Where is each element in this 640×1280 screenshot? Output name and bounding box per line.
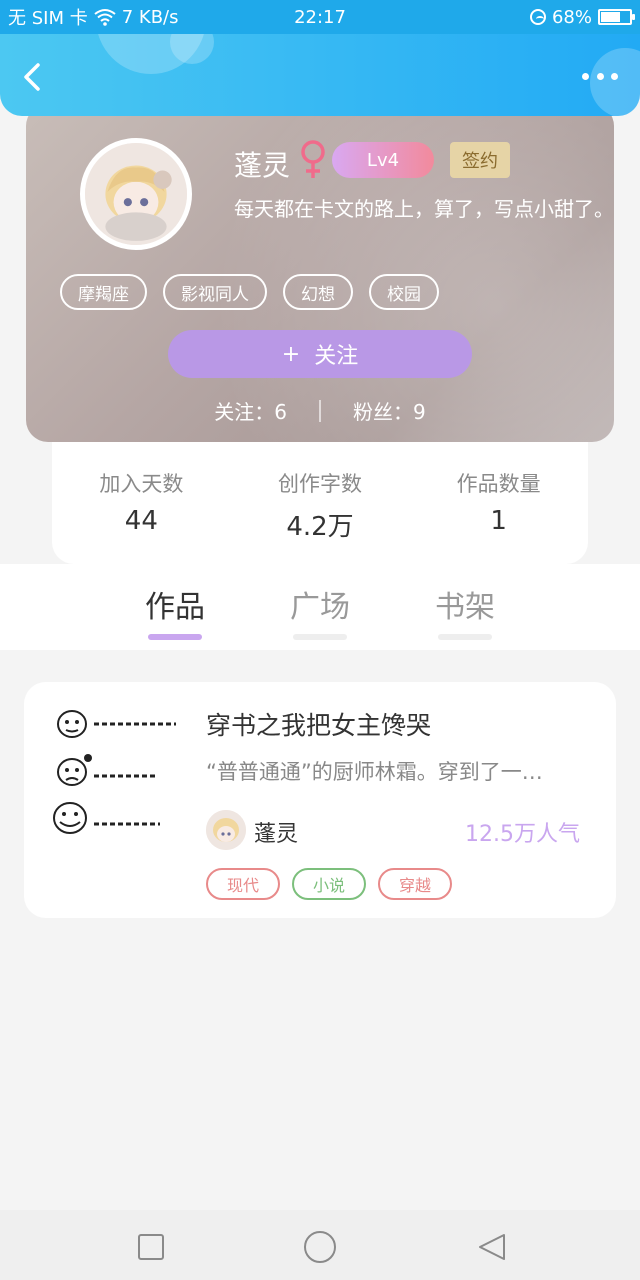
tab-bookshelf[interactable]: 书架 (420, 582, 510, 640)
signed-badge: 签约 (450, 142, 510, 178)
anime-avatar-icon (206, 810, 246, 850)
author-avatar (206, 810, 246, 850)
back-button[interactable] (18, 62, 48, 92)
square-icon (138, 1234, 164, 1260)
battery-icon (598, 9, 635, 25)
tag-pill[interactable]: 影视同人 (163, 274, 267, 310)
level-badge: Lv4 (332, 142, 434, 178)
chevron-left-icon (24, 63, 40, 91)
status-time: 22:17 (294, 6, 346, 28)
stat-label: 创作字数 (278, 472, 362, 496)
battery-percent: 68% (551, 6, 592, 28)
system-nav-bar (0, 1210, 640, 1280)
stats-card: 加入天数 44 创作字数 4.2万 作品数量 1 (52, 432, 588, 564)
status-right: 68% (529, 6, 635, 28)
follow-button[interactable]: + 关注 (168, 330, 472, 378)
carrier-text: 无 SIM 卡 (8, 8, 88, 29)
genre-tag[interactable]: 现代 (206, 868, 280, 900)
tab-indicator (148, 634, 202, 640)
tab-label: 广场 (290, 590, 350, 625)
stat-join-days: 加入天数 44 (52, 468, 231, 564)
plus-icon: + (281, 341, 301, 367)
circle-icon (304, 1231, 336, 1263)
more-dots-icon (582, 72, 589, 80)
stat-value: 44 (124, 506, 158, 536)
stat-value: 4.2万 (286, 512, 354, 542)
work-title: 穿书之我把女主馋哭 (206, 711, 432, 740)
stat-word-count: 创作字数 4.2万 (231, 468, 410, 564)
genre-tags: 现代 小说 穿越 (206, 868, 452, 900)
book-cover-image (48, 702, 198, 842)
tab-label: 书架 (435, 590, 495, 625)
home-button[interactable] (303, 1230, 337, 1264)
popularity: 12.5万人气 (465, 822, 580, 847)
more-dots-icon (611, 72, 618, 80)
work-description: “普普通通”的厨师林霜。穿到了一… (206, 760, 543, 784)
tab-bar: 作品 广场 书架 (0, 564, 640, 650)
tab-indicator (293, 634, 347, 640)
username: 蓬灵 (234, 149, 291, 182)
bio-text: 每天都在卡文的路上，算了，写点小甜了。 (234, 197, 614, 221)
more-button[interactable] (582, 64, 618, 88)
stat-value: 1 (490, 506, 507, 536)
anime-avatar-icon (85, 143, 187, 245)
battery-fill (601, 12, 621, 22)
stat-works-count: 作品数量 1 (409, 468, 588, 564)
status-bar: 无 SIM 卡 7 KB/s 22:17 68% (0, 0, 640, 34)
fans-count[interactable]: 粉丝：9 (321, 396, 458, 425)
tab-label: 作品 (145, 590, 205, 625)
genre-tag[interactable]: 穿越 (378, 868, 452, 900)
tab-works[interactable]: 作品 (130, 582, 220, 640)
system-back-button[interactable] (476, 1232, 506, 1262)
author-name: 蓬灵 (254, 822, 299, 847)
tab-square[interactable]: 广场 (275, 582, 365, 640)
profile-card: 蓬灵 Lv4 签约 每天都在卡文的路上，算了，写点小甜了。 摩羯座 影视同人 幻… (26, 104, 614, 442)
wifi-icon (94, 9, 116, 26)
follow-label: 关注 (314, 344, 359, 369)
follow-counts: 关注：6 粉丝：9 (26, 396, 614, 425)
following-count[interactable]: 关注：6 (182, 396, 319, 425)
do-not-disturb-icon (529, 9, 546, 25)
profile-tags: 摩羯座 影视同人 幻想 校园 (60, 274, 439, 310)
more-dots-icon (596, 72, 604, 80)
status-left: 无 SIM 卡 7 KB/s (8, 4, 179, 30)
stat-label: 作品数量 (456, 472, 541, 496)
stat-label: 加入天数 (99, 472, 184, 496)
network-speed: 7 KB/s (121, 6, 179, 28)
tag-pill[interactable]: 幻想 (283, 274, 353, 310)
avatar[interactable] (80, 138, 192, 250)
tag-pill[interactable]: 摩羯座 (60, 274, 147, 310)
genre-tag[interactable]: 小说 (292, 868, 366, 900)
triangle-back-icon (479, 1234, 505, 1260)
work-card[interactable]: 穿书之我把女主馋哭 “普普通通”的厨师林霜。穿到了一… 蓬灵 12.5万人气 现… (24, 682, 616, 918)
tag-pill[interactable]: 校园 (369, 274, 439, 310)
tab-indicator (438, 634, 492, 640)
recent-apps-button[interactable] (136, 1232, 166, 1262)
female-icon (301, 140, 325, 178)
header (0, 34, 640, 116)
